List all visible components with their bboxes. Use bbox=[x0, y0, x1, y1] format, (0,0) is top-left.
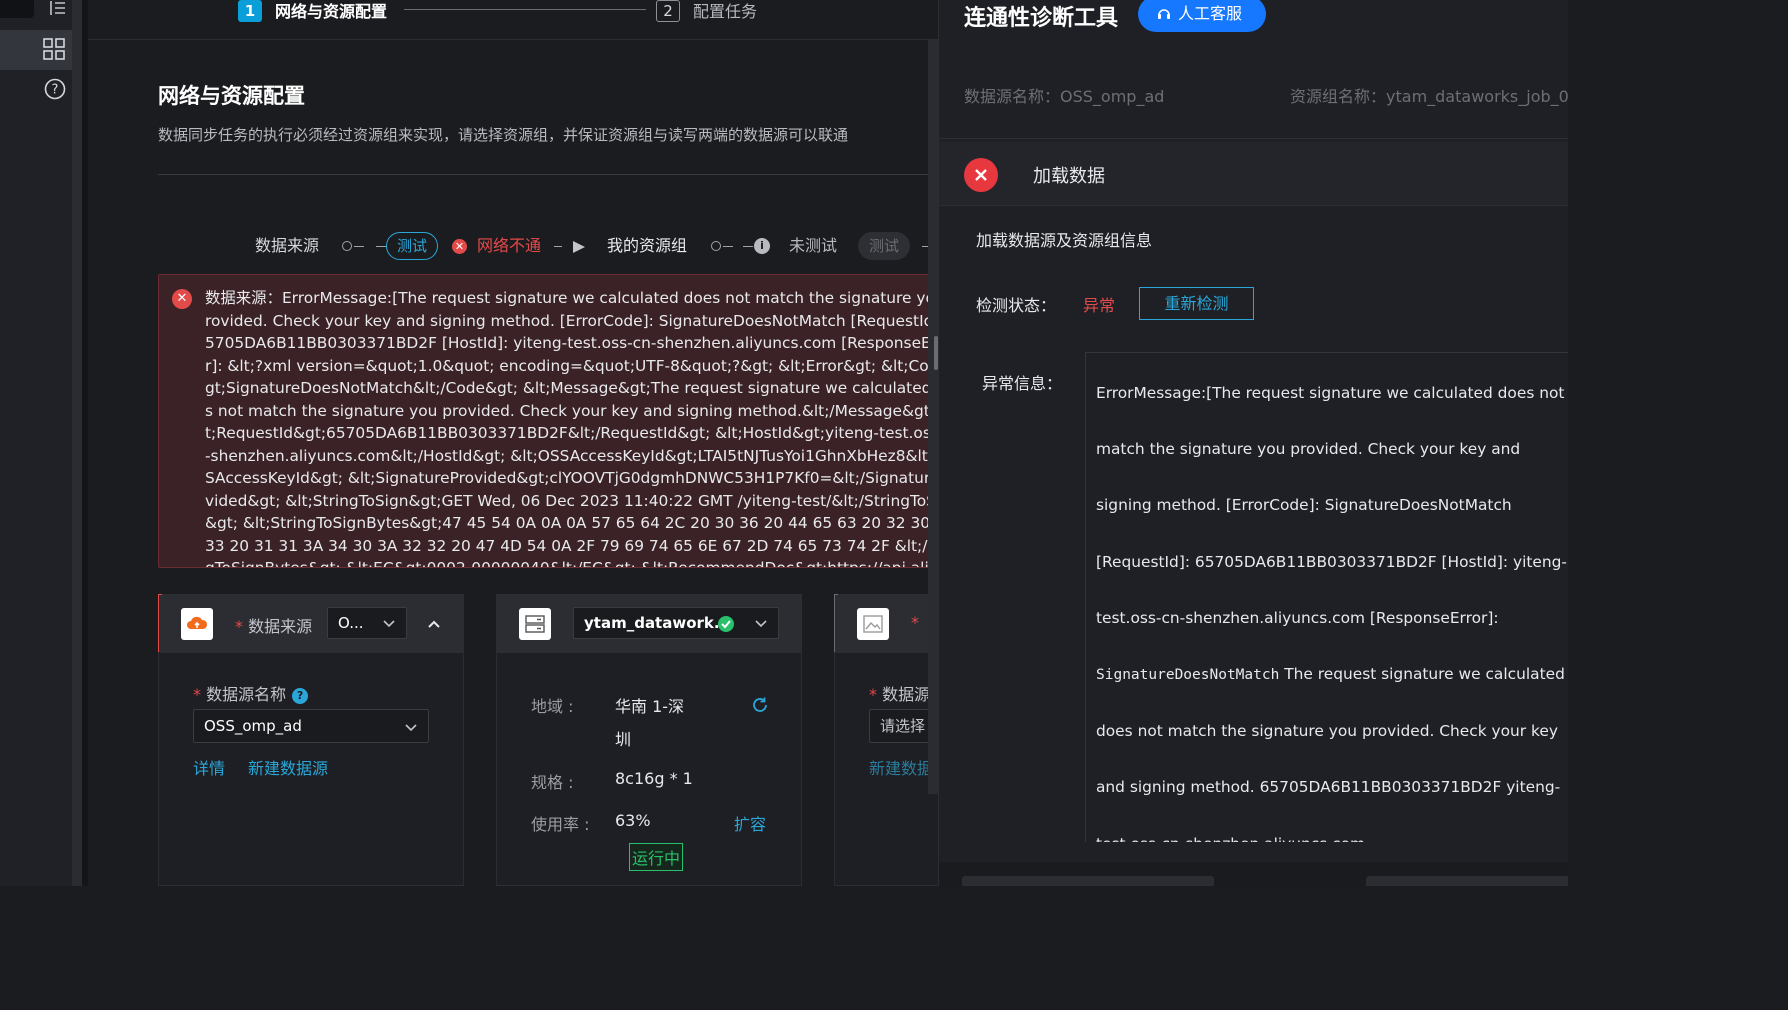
customer-service-label: 人工客服 bbox=[1178, 4, 1243, 23]
flow-dash bbox=[354, 246, 364, 247]
source-name-select[interactable]: OSS_omp_ad bbox=[193, 709, 429, 743]
chevron-down-icon bbox=[755, 620, 767, 628]
flow-dash bbox=[554, 246, 562, 247]
load-data-title: 加载数据 bbox=[1033, 166, 1105, 187]
region-key: 地域 : bbox=[531, 697, 574, 716]
connectivity-diagnosis-drawer: 连通性诊断工具 人工客服 数据源名称：OSS_omp_ad 资源组名称：ytam… bbox=[938, 0, 1568, 886]
error-close-circle-icon: ✕ bbox=[172, 289, 192, 309]
untested-text: 未测试 bbox=[789, 236, 838, 255]
chevron-down-icon bbox=[405, 724, 417, 732]
region-value-line2: 圳 bbox=[615, 730, 632, 749]
footer-button-left[interactable] bbox=[962, 876, 1214, 886]
recheck-button[interactable]: 重新检测 bbox=[1139, 287, 1254, 320]
main-scrollbar-track[interactable] bbox=[928, 40, 938, 794]
step-connector bbox=[404, 9, 646, 10]
dest-test-button[interactable]: 测试 bbox=[858, 232, 911, 260]
check-status-value: 异常 bbox=[1083, 296, 1116, 315]
section-title: 网络与资源配置 bbox=[158, 84, 305, 108]
region-value-line1: 华南 1-深 bbox=[615, 697, 685, 716]
new-destination-link[interactable]: 新建数据 bbox=[869, 755, 933, 779]
drawer-title: 连通性诊断工具 bbox=[964, 6, 1119, 31]
main-panel: 1 网络与资源配置 2 配置任务 网络与资源配置 数据同步任务的执行必须经过资源… bbox=[88, 0, 938, 886]
drawer-footer bbox=[939, 862, 1568, 886]
refresh-icon[interactable] bbox=[751, 696, 769, 718]
flow-node-dot bbox=[711, 241, 721, 251]
source-test-button[interactable]: 测试 bbox=[386, 232, 439, 260]
source-card-header: * 数据来源 O... bbox=[159, 595, 463, 653]
headset-icon bbox=[1158, 9, 1170, 19]
load-data-row[interactable]: 加载数据 bbox=[939, 142, 1568, 206]
step-bar: 1 网络与资源配置 2 配置任务 bbox=[88, 0, 938, 40]
chevron-down-icon bbox=[383, 620, 395, 628]
step-1-label[interactable]: 网络与资源配置 bbox=[275, 0, 387, 22]
abnormal-info-label: 异常信息： bbox=[982, 374, 1063, 393]
spec-key: 规格 : bbox=[531, 773, 574, 792]
help-badge-icon[interactable]: ? bbox=[292, 688, 309, 704]
svg-text:?: ? bbox=[52, 83, 59, 98]
resource-group-card: ytam_datawork... 地域 : 华南 1-深 圳 规格 : 8c16… bbox=[496, 594, 802, 886]
flow-dash bbox=[723, 246, 733, 247]
resource-card-header: ytam_datawork... bbox=[497, 595, 801, 653]
new-datasource-link[interactable]: 新建数据源 bbox=[248, 755, 328, 779]
check-status-label: 检测状态： bbox=[976, 296, 1057, 315]
destination-name-label: * 数据源 bbox=[869, 685, 931, 704]
flow-dash bbox=[743, 246, 753, 247]
footer-button-right[interactable] bbox=[1366, 876, 1568, 886]
section-description: 数据同步任务的执行必须经过资源组来实现，请选择资源组，并保证资源组与读写两端的数… bbox=[158, 126, 849, 144]
destination-card: * * 数据源 请选择 新建数据 bbox=[834, 594, 938, 886]
customer-service-button[interactable]: 人工客服 bbox=[1138, 0, 1266, 32]
load-failed-icon bbox=[964, 158, 998, 192]
flow-resource-label: 我的资源组 bbox=[607, 236, 688, 255]
expand-link[interactable]: 扩容 bbox=[734, 811, 766, 835]
image-placeholder-icon bbox=[857, 608, 889, 640]
source-name-value: OSS_omp_ad bbox=[204, 717, 302, 735]
abnormal-info-box: ErrorMessage:[The request signature we c… bbox=[1085, 352, 1568, 842]
source-type-value: O... bbox=[338, 614, 364, 632]
destination-card-header: * bbox=[835, 595, 938, 653]
flow-arrow-icon bbox=[572, 239, 586, 258]
destination-required-mark: * bbox=[911, 613, 919, 632]
usage-value: 63% bbox=[615, 811, 651, 830]
grid-apps-icon[interactable] bbox=[42, 37, 66, 61]
flow-node-dot bbox=[342, 241, 352, 251]
drawer-divider bbox=[939, 138, 1568, 139]
error-message-box: ✕ 数据来源：ErrorMessage:[The request signatu… bbox=[158, 274, 938, 568]
rail-scrollbar[interactable] bbox=[72, 0, 82, 886]
server-icon bbox=[519, 608, 551, 640]
meta-resource-group: 资源组名称：ytam_dataworks_job_01 bbox=[1290, 87, 1568, 106]
source-card-label: * 数据来源 bbox=[235, 617, 313, 636]
help-circle-icon[interactable]: ? bbox=[43, 77, 67, 101]
step-2-number[interactable]: 2 bbox=[656, 0, 680, 22]
flow-source-label: 数据来源 bbox=[255, 236, 320, 255]
info-icon: i bbox=[754, 238, 770, 254]
load-data-subtitle: 加载数据源及资源组信息 bbox=[976, 231, 1153, 250]
source-name-label: * 数据源名称? bbox=[193, 681, 309, 705]
usage-key: 使用率 : bbox=[531, 815, 590, 834]
check-success-icon bbox=[718, 616, 734, 632]
network-status-text: 网络不通 bbox=[477, 236, 542, 255]
left-nav-rail: ? bbox=[0, 0, 82, 886]
source-type-select[interactable]: O... bbox=[327, 607, 407, 639]
abnormal-info-text: ErrorMessage:[The request signature we c… bbox=[1096, 384, 1567, 842]
app-viewport: ? 1 网络与资源配置 2 配置任务 网络与资源配置 数据同步任务的执行必须经过… bbox=[0, 0, 1568, 886]
step-2-label[interactable]: 配置任务 bbox=[693, 0, 757, 22]
resource-group-value: ytam_datawork... bbox=[584, 614, 731, 632]
chevron-up-icon[interactable] bbox=[427, 617, 441, 636]
running-status-badge: 运行中 bbox=[629, 843, 684, 871]
detail-link[interactable]: 详情 bbox=[193, 755, 225, 779]
rail-active-highlight bbox=[0, 30, 82, 70]
list-indent-icon[interactable] bbox=[46, 0, 70, 20]
error-message-text: 数据来源：ErrorMessage:[The request signature… bbox=[205, 289, 938, 568]
meta-source: 数据源名称：OSS_omp_ad bbox=[964, 87, 1165, 106]
rail-top-block bbox=[0, 0, 34, 18]
oss-cloud-icon bbox=[181, 608, 213, 640]
step-1-number[interactable]: 1 bbox=[238, 0, 262, 22]
spec-value: 8c16g * 1 bbox=[615, 769, 693, 788]
connectivity-flow: 数据来源 测试 ✕ 网络不通 我的资源组 i 未测试 测试 bbox=[255, 230, 938, 262]
network-error-icon: ✕ bbox=[452, 239, 467, 254]
flow-dash bbox=[376, 246, 386, 247]
section-divider bbox=[158, 174, 938, 175]
resource-group-select[interactable]: ytam_datawork... bbox=[573, 607, 779, 639]
source-card: * 数据来源 O... * 数据源名称? OSS_omp_ad 详情 新建数据源 bbox=[158, 594, 464, 886]
